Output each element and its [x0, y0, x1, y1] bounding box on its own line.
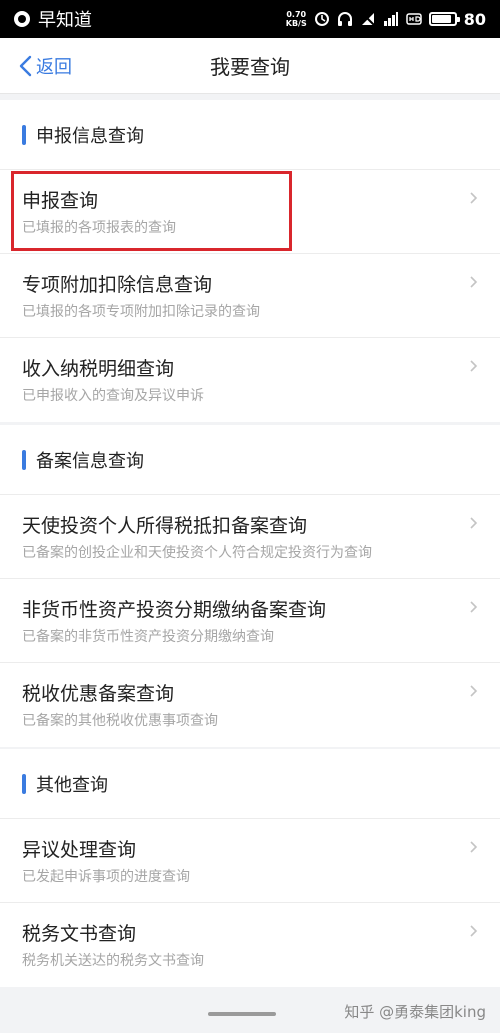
- chevron-right-icon: [470, 685, 478, 697]
- item-title: 天使投资个人所得税抵扣备案查询: [22, 515, 308, 537]
- section-accent-bar: [22, 124, 26, 145]
- item-title: 申报查询: [22, 190, 99, 212]
- back-button-label: 返回: [36, 57, 72, 78]
- list-item-non-monetary-asset-query[interactable]: 非货币性资产投资分期缴纳备案查询 已备案的非货币性资产投资分期缴纳查询: [0, 579, 500, 663]
- chevron-right-icon: [470, 925, 478, 937]
- list-item-declaration-query[interactable]: 申报查询 已填报的各项报表的查询: [0, 170, 500, 254]
- chevron-right-icon: [470, 276, 478, 288]
- list-item-income-tax-detail-query[interactable]: 收入纳税明细查询 已申报收入的查询及异议申诉: [0, 338, 500, 422]
- alarm-icon: [314, 12, 329, 26]
- section-other-query: 其他查询 异议处理查询 已发起申诉事项的进度查询 税务文书查询 税务机关送达的税…: [0, 749, 500, 987]
- watermark: 知乎 @勇泰集团king: [344, 1003, 486, 1021]
- no-signal-icon: [360, 11, 376, 27]
- item-subtitle: 已填报的各项专项附加扣除记录的查询: [22, 304, 260, 320]
- app-logo-icon: [14, 11, 30, 27]
- list-item-tax-document-query[interactable]: 税务文书查询 税务机关送达的税务文书查询: [0, 903, 500, 987]
- item-subtitle: 已发起申诉事项的进度查询: [22, 869, 190, 885]
- item-title: 收入纳税明细查询: [22, 358, 175, 380]
- item-subtitle: 已申报收入的查询及异议申诉: [22, 388, 204, 404]
- section-title: 申报信息查询: [36, 125, 144, 147]
- item-title: 专项附加扣除信息查询: [22, 274, 213, 296]
- list-item-objection-query[interactable]: 异议处理查询 已发起申诉事项的进度查询: [0, 819, 500, 903]
- headphones-icon: [337, 12, 352, 26]
- section-accent-bar: [22, 449, 26, 470]
- section-header: 其他查询: [0, 749, 500, 819]
- network-speed-value: 0.70: [286, 10, 307, 19]
- list-item-special-deduction-query[interactable]: 专项附加扣除信息查询 已填报的各项专项附加扣除记录的查询: [0, 254, 500, 338]
- chevron-right-icon: [470, 601, 478, 613]
- item-subtitle: 税务机关送达的税务文书查询: [22, 953, 204, 969]
- item-title: 税收优惠备案查询: [22, 683, 175, 705]
- section-accent-bar: [22, 773, 26, 794]
- status-icons: 0.70 KB/S 80: [286, 10, 486, 29]
- section-header: 备案信息查询: [0, 425, 500, 495]
- item-title: 异议处理查询: [22, 839, 137, 861]
- hd-icon: [405, 13, 422, 25]
- section-header: 申报信息查询: [0, 100, 500, 170]
- battery-icon: [428, 12, 460, 26]
- section-title: 其他查询: [36, 774, 108, 796]
- nav-bar: 返回 我要查询: [0, 38, 500, 94]
- network-speed: 0.70 KB/S: [286, 10, 307, 28]
- status-app-name: 早知道: [38, 10, 92, 31]
- battery-level: 80: [463, 9, 486, 29]
- signal-icon: [383, 12, 398, 26]
- list-item-angel-investment-query[interactable]: 天使投资个人所得税抵扣备案查询 已备案的创投企业和天使投资个人符合规定投资行为查…: [0, 495, 500, 579]
- item-subtitle: 已备案的创投企业和天使投资个人符合规定投资行为查询: [22, 545, 372, 561]
- section-title: 备案信息查询: [36, 450, 144, 472]
- chevron-left-icon: [19, 55, 32, 77]
- chevron-right-icon: [470, 517, 478, 529]
- chevron-right-icon: [470, 192, 478, 204]
- section-filing-query: 备案信息查询 天使投资个人所得税抵扣备案查询 已备案的创投企业和天使投资个人符合…: [0, 425, 500, 747]
- status-bar: 早知道 0.70 KB/S 80: [0, 0, 500, 38]
- network-speed-unit: KB/S: [285, 19, 307, 28]
- item-title: 税务文书查询: [22, 923, 137, 945]
- home-indicator[interactable]: [208, 1012, 276, 1016]
- chevron-right-icon: [470, 360, 478, 372]
- item-title: 非货币性资产投资分期缴纳备案查询: [22, 599, 327, 621]
- item-subtitle: 已填报的各项报表的查询: [22, 220, 176, 236]
- chevron-right-icon: [470, 841, 478, 853]
- back-button[interactable]: 返回: [18, 38, 72, 94]
- item-subtitle: 已备案的其他税收优惠事项查询: [22, 713, 218, 729]
- page-title: 我要查询: [210, 55, 290, 79]
- list-item-tax-incentive-query[interactable]: 税收优惠备案查询 已备案的其他税收优惠事项查询: [0, 663, 500, 747]
- item-subtitle: 已备案的非货币性资产投资分期缴纳查询: [22, 629, 274, 645]
- section-declaration-query: 申报信息查询 申报查询 已填报的各项报表的查询 专项附加扣除信息查询 已填报的各…: [0, 100, 500, 422]
- status-app: 早知道: [14, 6, 92, 32]
